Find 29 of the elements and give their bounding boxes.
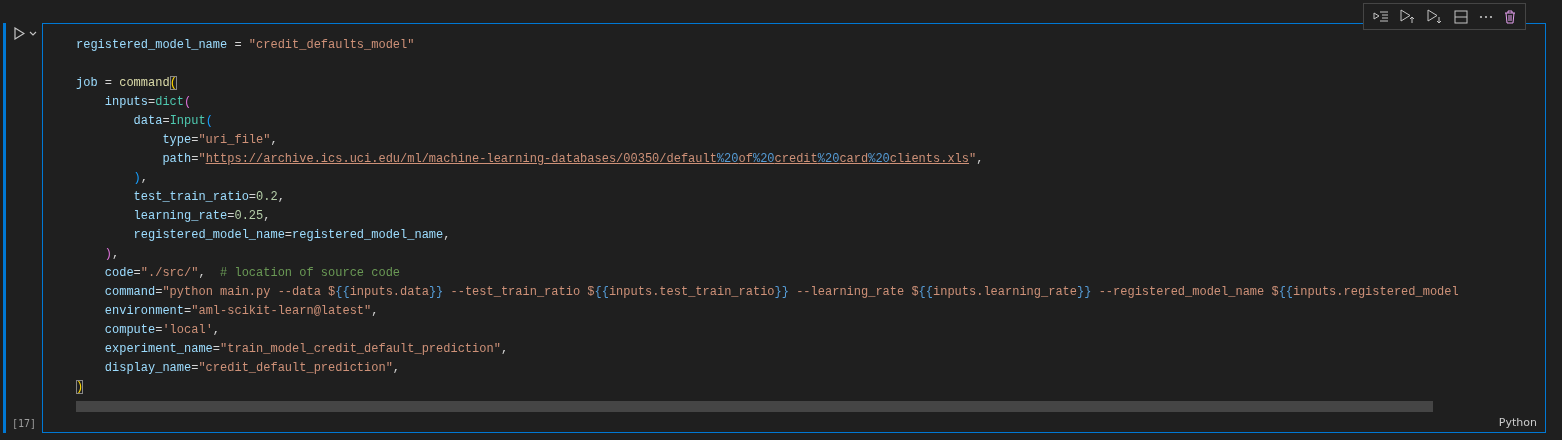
code-line: type="uri_file",	[161, 132, 278, 149]
trash-icon[interactable]	[1503, 9, 1516, 24]
play-icon[interactable]	[14, 27, 25, 40]
chevron-icon[interactable]	[29, 31, 37, 36]
play-down-arrow-icon[interactable]	[1427, 9, 1444, 24]
code-line: environment="aml-scikit-learn@latest",	[103, 303, 379, 320]
code-line: inputs=dict(	[103, 94, 192, 111]
code-line: )	[76, 379, 84, 396]
more-icon[interactable]	[1478, 14, 1493, 19]
play-up-arrow-icon[interactable]	[1400, 9, 1417, 24]
code-line: display_name="credit_default_prediction",	[103, 360, 401, 377]
code-line: path="https://archive.ics.uci.edu/ml/machine-learning-databases/00350/default%20of%20credit%20card%20clients.xls",	[161, 151, 984, 168]
code-line: ),	[103, 246, 120, 263]
code-line: experiment_name="train_model_credit_default_prediction",	[103, 341, 509, 358]
code-line: test_train_ratio=0.2,	[132, 189, 285, 206]
execution-count: [17]	[11, 418, 38, 431]
code-line: code="./src/", # location of source code	[103, 265, 401, 282]
scrollbar[interactable]	[76, 401, 1433, 412]
list-play-icon[interactable]	[1373, 9, 1390, 24]
code-line: registered_model_name=registered_model_name,	[132, 227, 451, 244]
code-line: learning_rate=0.25,	[132, 208, 271, 225]
code-line: registered_model_name = "credit_defaults_model"	[76, 37, 415, 54]
code-line: job = command(	[76, 75, 177, 92]
code-line: compute='local',	[103, 322, 221, 339]
code-line: ),	[132, 170, 148, 187]
code-line: data=Input(	[132, 113, 213, 130]
language-label[interactable]: Python	[1498, 416, 1537, 429]
code-line: command="python main.py --data ${{inputs.data}} --test_train_ratio ${{inputs.test_train_ratio}} --learning_rate ${{inputs.learning_rate}} --registered_model_name ${{inputs.registered_model	[103, 284, 1459, 301]
split-icon[interactable]	[1453, 9, 1468, 24]
